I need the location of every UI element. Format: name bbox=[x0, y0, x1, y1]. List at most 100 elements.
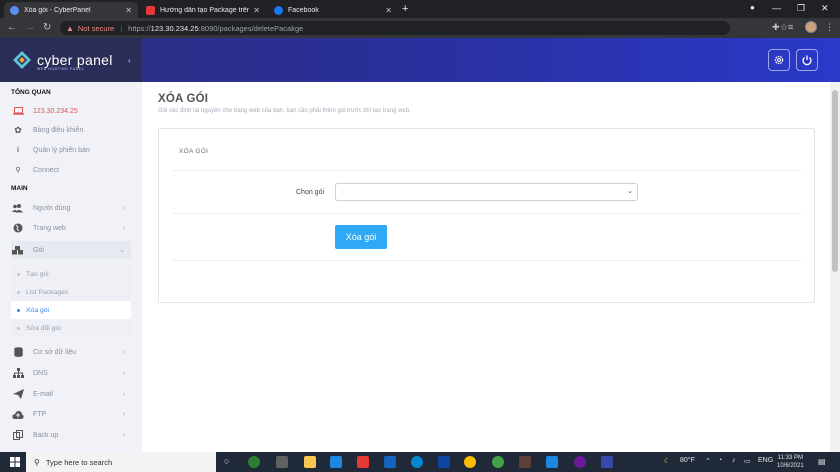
chrome-icon[interactable] bbox=[464, 456, 476, 468]
chevron-right-icon: › bbox=[122, 431, 125, 439]
notification-icon[interactable]: ▤ bbox=[818, 457, 826, 466]
scrollbar-thumb[interactable] bbox=[832, 90, 838, 272]
tab-cyberpanel[interactable]: Xóa gói - CyberPanel ✕ bbox=[4, 2, 138, 18]
main-content: XÓA GÓI Gói xác định tài nguyên cho tran… bbox=[142, 82, 830, 452]
sidebar-item-packages[interactable]: Gói ⌄ bbox=[11, 241, 131, 259]
weather-icon[interactable]: ☾ bbox=[664, 457, 670, 465]
browser-menu-icon[interactable]: ⋮ bbox=[825, 22, 834, 33]
url-bar[interactable]: ▲ Not secure | https:// 123.30.234.25 :8… bbox=[60, 21, 788, 35]
new-tab-icon[interactable]: + bbox=[402, 3, 408, 15]
app-icon[interactable] bbox=[519, 456, 531, 468]
battery-icon[interactable]: ▭ bbox=[744, 457, 751, 465]
info-icon: i bbox=[17, 146, 19, 154]
volume-icon[interactable]: ♪ bbox=[732, 457, 736, 464]
package-select[interactable]: ⌄ bbox=[335, 183, 638, 201]
language-indicator[interactable]: ENG bbox=[758, 457, 773, 464]
submenu-modify-package[interactable]: Sửa đổi gói bbox=[11, 319, 131, 337]
sidebar-item-ftp[interactable]: FTP › bbox=[11, 406, 131, 422]
forward-icon[interactable]: → bbox=[25, 22, 35, 33]
app-icon[interactable] bbox=[546, 456, 558, 468]
sidebar-item-connect[interactable]: ⚲ Connect bbox=[11, 162, 131, 178]
address-toolbar: ← → ↻ ▲ Not secure | https:// 123.30.234… bbox=[0, 18, 840, 38]
cortana-icon[interactable]: ○ bbox=[224, 456, 229, 466]
bookmark-star-icon[interactable]: ☆ bbox=[780, 22, 788, 33]
minimize-icon[interactable]: — bbox=[772, 3, 781, 13]
globe-icon bbox=[11, 223, 25, 233]
sidebar-item-backup[interactable]: Back up › bbox=[11, 427, 131, 443]
sidebar-item-ip[interactable]: 123.30.234.25 bbox=[11, 103, 131, 119]
tab-facebook[interactable]: Facebook ✕ bbox=[268, 2, 398, 18]
users-icon bbox=[11, 203, 25, 213]
sidebar-item-dashboard[interactable]: ✿ Bảng điều khiển bbox=[11, 122, 131, 138]
submenu-create-package[interactable]: Tạo gói bbox=[11, 265, 131, 283]
sidebar-item-version[interactable]: i Quản lý phiên bản bbox=[11, 142, 131, 158]
chevron-down-icon: ⌄ bbox=[627, 188, 633, 195]
submenu-label: Sửa đổi gói bbox=[26, 324, 61, 332]
close-tab-icon[interactable]: ✕ bbox=[385, 6, 392, 15]
record-icon[interactable]: ● bbox=[750, 3, 755, 12]
cubes-icon bbox=[11, 245, 25, 255]
brand-logo[interactable]: cyber panel WEB HOSTING PANEL ‹ bbox=[0, 38, 142, 82]
mail-icon[interactable] bbox=[330, 456, 342, 468]
edge-icon[interactable] bbox=[248, 456, 260, 468]
app-icon[interactable] bbox=[574, 456, 586, 468]
file-explorer-icon[interactable] bbox=[304, 456, 316, 468]
submenu-list-packages[interactable]: List Packages bbox=[11, 283, 131, 301]
sidebar-item-label: Trang web bbox=[33, 224, 66, 232]
taskbar-search-box[interactable]: ⚲ Type here to search bbox=[26, 452, 216, 472]
collapse-sidebar-icon[interactable]: ‹ bbox=[128, 56, 131, 65]
bullet-icon bbox=[17, 272, 20, 276]
copy-icon bbox=[11, 430, 25, 440]
windows-start-icon[interactable] bbox=[10, 457, 20, 467]
close-window-icon[interactable]: ✕ bbox=[821, 3, 829, 14]
sidebar-item-email[interactable]: E-mail › bbox=[11, 386, 131, 402]
network-icon[interactable]: ◔ bbox=[718, 457, 722, 464]
tray-chevron-icon[interactable]: ⌃ bbox=[705, 457, 711, 465]
reload-icon[interactable]: ↻ bbox=[43, 22, 51, 33]
power-button[interactable] bbox=[796, 49, 818, 71]
sidebar-item-label: Người dùng bbox=[33, 204, 71, 212]
plug-icon: ⚲ bbox=[15, 167, 21, 174]
close-tab-icon[interactable]: ✕ bbox=[253, 6, 260, 15]
office-icon[interactable] bbox=[357, 456, 369, 468]
profile-avatar[interactable] bbox=[805, 21, 817, 33]
sidebar-item-websites[interactable]: Trang web › bbox=[11, 220, 131, 236]
cyberpanel-logo-icon bbox=[13, 51, 31, 69]
delete-package-card: XÓA GÓI Chọn gói ⌄ Xóa gói bbox=[158, 128, 815, 303]
tab-package-guide[interactable]: Hướng dẫn tạo Package trên Cy… ✕ bbox=[140, 2, 266, 18]
extensions-icon[interactable]: ✚ bbox=[772, 22, 780, 33]
cloud-upload-icon bbox=[11, 410, 25, 419]
sidebar-item-databases[interactable]: Cơ sở dữ liệu › bbox=[11, 344, 131, 360]
logo-text: cyber panel bbox=[37, 52, 113, 68]
chevron-right-icon: › bbox=[122, 224, 125, 232]
section-overview: TỔNG QUAN bbox=[11, 89, 51, 96]
clock-time: 11:33 PM bbox=[777, 455, 803, 461]
settings-button[interactable] bbox=[768, 49, 790, 71]
sidebar-item-dns[interactable]: DNS › bbox=[11, 365, 131, 381]
divider bbox=[173, 170, 801, 171]
cogs-icon: ✿ bbox=[14, 124, 22, 135]
sidebar-item-label: Connect bbox=[33, 166, 60, 174]
page-description: Gói xác định tài nguyên cho trang web củ… bbox=[158, 108, 411, 114]
restore-icon[interactable]: ❐ bbox=[797, 3, 805, 14]
laptop-icon bbox=[11, 107, 25, 115]
clock[interactable]: 11:33 PM 10/6/2021 bbox=[777, 454, 804, 470]
clock-date: 10/6/2021 bbox=[777, 463, 804, 469]
reading-list-icon[interactable]: ≡ bbox=[788, 22, 793, 32]
app-icon[interactable] bbox=[492, 456, 504, 468]
word-icon[interactable] bbox=[384, 456, 396, 468]
sidebar-item-users[interactable]: Người dùng › bbox=[11, 200, 131, 216]
close-tab-icon[interactable]: ✕ bbox=[125, 6, 132, 15]
bullet-icon bbox=[17, 326, 20, 330]
cyberpanel-favicon-icon bbox=[10, 5, 19, 15]
weather-temp[interactable]: 80°F bbox=[680, 457, 695, 464]
back-icon[interactable]: ← bbox=[7, 22, 17, 33]
submenu-delete-package[interactable]: Xóa gói bbox=[11, 301, 131, 319]
zalo-icon[interactable] bbox=[438, 456, 450, 468]
gear-icon bbox=[774, 55, 784, 65]
store-icon[interactable] bbox=[276, 456, 288, 468]
app-icon[interactable] bbox=[601, 456, 613, 468]
delete-package-button[interactable]: Xóa gói bbox=[335, 225, 387, 249]
skype-icon[interactable] bbox=[411, 456, 423, 468]
tab-title: Hướng dẫn tạo Package trên Cy… bbox=[160, 6, 250, 14]
